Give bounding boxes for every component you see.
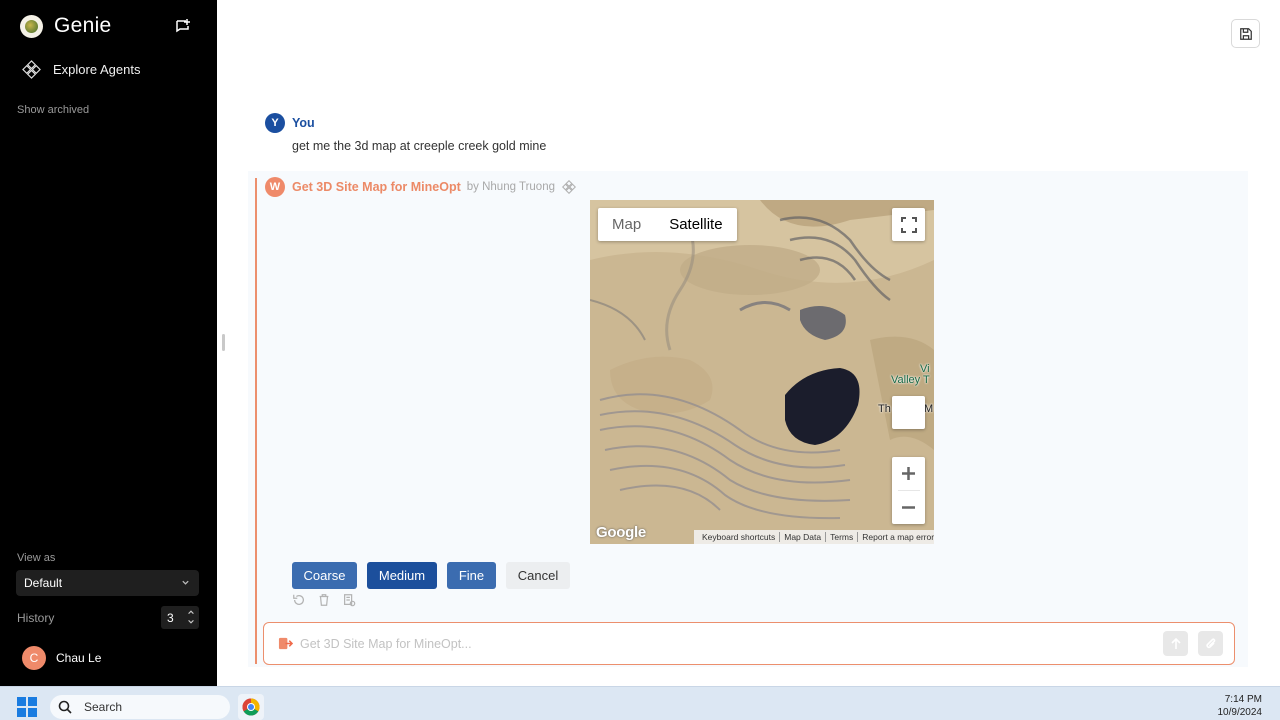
- windows-start-icon[interactable]: [17, 697, 37, 717]
- taskbar: Search 7:14 PM 10/9/2024: [0, 686, 1280, 720]
- send-button[interactable]: [1163, 631, 1188, 656]
- chevron-up-icon[interactable]: [187, 608, 195, 616]
- view-as-value: Default: [24, 576, 63, 590]
- sidebar: Genie Explore Agents Show archived View …: [0, 0, 217, 686]
- fullscreen-icon: [900, 216, 917, 233]
- agent-avatar: W: [265, 177, 285, 197]
- map-label-th: Th: [878, 403, 891, 415]
- agent-title[interactable]: Get 3D Site Map for MineOpt: [292, 180, 461, 194]
- show-archived-link[interactable]: Show archived: [17, 104, 89, 116]
- chrome-icon[interactable]: [238, 694, 264, 720]
- paperclip-icon: [1205, 637, 1215, 648]
- new-chat-icon[interactable]: [174, 18, 192, 36]
- map-type-toggle: Map Satellite: [598, 208, 737, 241]
- user-profile[interactable]: C Chau Le: [22, 646, 101, 670]
- zoom-controls: [892, 457, 925, 524]
- user-name: Chau Le: [56, 651, 102, 665]
- history-value: 3: [167, 610, 174, 625]
- search-icon: [58, 700, 72, 714]
- agent-input-icon: [278, 637, 293, 650]
- satellite-map[interactable]: Map Satellite Vi Valley T Th M Google Ke…: [590, 200, 934, 544]
- map-tab[interactable]: Map: [598, 208, 655, 241]
- system-clock[interactable]: 7:14 PM 10/9/2024: [1218, 693, 1263, 719]
- clock-date: 10/9/2024: [1217, 707, 1263, 718]
- report-map-error-link[interactable]: Report a map error: [858, 532, 934, 542]
- user-message-author: You: [292, 116, 315, 130]
- chevron-down-icon: [182, 580, 189, 585]
- sidebar-resize-handle[interactable]: [222, 334, 225, 351]
- terms-link[interactable]: Terms: [826, 532, 859, 542]
- attach-button[interactable]: [1198, 631, 1223, 656]
- google-logo: Google: [596, 524, 646, 541]
- satellite-tab[interactable]: Satellite: [655, 208, 736, 241]
- user-avatar: Y: [265, 113, 285, 133]
- satellite-imagery: [590, 200, 934, 544]
- genie-logo-icon: [20, 14, 43, 38]
- cancel-button[interactable]: Cancel: [506, 562, 570, 589]
- avatar: C: [22, 646, 46, 670]
- agents-icon[interactable]: [562, 180, 576, 194]
- coarse-button[interactable]: Coarse: [292, 562, 357, 589]
- chat-input[interactable]: [300, 633, 1150, 655]
- agent-header: W Get 3D Site Map for MineOpt by Nhung T…: [265, 177, 576, 197]
- save-button[interactable]: [1231, 19, 1260, 48]
- medium-button[interactable]: Medium: [367, 562, 437, 589]
- arrow-up-icon: [1170, 637, 1181, 649]
- explore-agents-link[interactable]: Explore Agents: [22, 60, 140, 79]
- zoom-out-icon[interactable]: [892, 491, 925, 524]
- zoom-in-icon[interactable]: [892, 457, 925, 490]
- document-icon[interactable]: [342, 593, 357, 608]
- agent-author: by Nhung Truong: [466, 181, 555, 193]
- chat-input-box: [263, 622, 1235, 665]
- view-as-label: View as: [17, 552, 56, 564]
- explore-agents-label: Explore Agents: [53, 62, 141, 77]
- retry-icon[interactable]: [292, 593, 307, 608]
- history-label: History: [17, 611, 55, 625]
- fullscreen-button[interactable]: [892, 208, 925, 241]
- brand[interactable]: Genie: [20, 14, 112, 38]
- pegman-button[interactable]: [892, 396, 925, 429]
- save-icon: [1239, 27, 1252, 40]
- view-as-select[interactable]: Default: [16, 570, 199, 596]
- map-footer: Keyboard shortcuts Map Data Terms Report…: [694, 530, 934, 544]
- map-data-link[interactable]: Map Data: [780, 532, 827, 542]
- agent-response-border: [255, 178, 257, 664]
- user-message-text: get me the 3d map at creeple creek gold …: [292, 139, 547, 153]
- agents-icon: [22, 60, 41, 79]
- message-actions: [292, 593, 357, 608]
- clock-time: 7:14 PM: [1224, 694, 1262, 705]
- map-label-m: M: [924, 403, 934, 415]
- fine-button[interactable]: Fine: [447, 562, 496, 589]
- taskbar-search[interactable]: Search: [50, 695, 230, 719]
- history-stepper[interactable]: 3: [161, 606, 199, 629]
- map-label-valley: Valley T: [891, 374, 930, 386]
- trash-icon[interactable]: [317, 593, 332, 608]
- keyboard-shortcuts-link[interactable]: Keyboard shortcuts: [698, 532, 781, 542]
- chevron-down-icon[interactable]: [187, 618, 195, 626]
- taskbar-search-label: Search: [84, 700, 123, 714]
- brand-name: Genie: [54, 14, 112, 37]
